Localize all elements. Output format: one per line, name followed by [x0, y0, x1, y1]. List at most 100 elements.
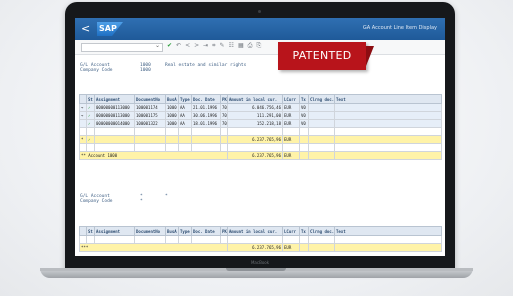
- column-header[interactable]: Tx: [299, 226, 309, 236]
- row-marker: →: [79, 111, 87, 120]
- cell-text: [334, 119, 442, 128]
- column-header[interactable]: Text: [334, 94, 442, 104]
- row-marker: [79, 119, 87, 128]
- column-header[interactable]: Clrng doc.: [308, 94, 335, 104]
- camera-dot: [258, 10, 261, 13]
- column-header[interactable]: PK: [220, 226, 228, 236]
- cell-pk: 70: [220, 103, 228, 112]
- cell-type: AA: [178, 111, 192, 120]
- column-header[interactable]: Tx: [299, 94, 309, 104]
- cell-document-no[interactable]: 100001175: [134, 111, 166, 120]
- column-header[interactable]: Assignment: [94, 226, 135, 236]
- filter-icon[interactable]: ⌗: [212, 42, 215, 50]
- next-icon[interactable]: >: [194, 42, 199, 50]
- cell-busa: 1000: [165, 111, 179, 120]
- column-header[interactable]: DocumentNo: [134, 94, 166, 104]
- laptop-lid: < SAP GA Account Line Item Display ⌄ ✔ ↶…: [65, 2, 455, 272]
- cell-type: AA: [178, 103, 192, 112]
- table-row[interactable]: → ✓ 00000000113000 100001175 1000 AA 30.…: [79, 111, 442, 120]
- column-header[interactable]: DocumentNo: [134, 226, 166, 236]
- cell-doc-date: 21.01.1996: [191, 103, 221, 112]
- cell-doc-date: 30.06.1996: [191, 111, 221, 120]
- column-header[interactable]: BusA: [165, 226, 179, 236]
- cell-text: [334, 111, 442, 120]
- gl-account-desc: Real estate and similar rights: [165, 63, 247, 68]
- account-total-amount: 6.237.765,96: [227, 151, 283, 160]
- cell-lcurr: EUR: [282, 103, 300, 112]
- gl-account-header: G/L Account 1000 Real estate and similar r…: [80, 63, 246, 73]
- column-header[interactable]: Type: [178, 226, 192, 236]
- column-header[interactable]: Amount in local cur.: [227, 94, 283, 104]
- sap-logo[interactable]: SAP: [97, 22, 123, 36]
- print-icon[interactable]: ⎙: [248, 42, 253, 50]
- device-brand-label: MacBook: [250, 260, 270, 265]
- company-code-label-2: Company Code: [80, 199, 113, 204]
- cell-amount: 111.291,00: [227, 111, 283, 120]
- grand-total-label: ***: [79, 243, 228, 252]
- column-header[interactable]: Doc. Date: [191, 226, 221, 236]
- toolbar-icons: ✔ ↶ < > ⇥ ⌗ ✎ ☷ ▦ ⎙ ⎘: [167, 42, 261, 50]
- status-check-icon: ✓: [86, 111, 95, 120]
- cell-document-no[interactable]: 100001174: [134, 103, 166, 112]
- laptop-notch: [226, 268, 286, 271]
- column-header[interactable]: Type: [178, 94, 192, 104]
- line-items-table: St Assignment DocumentNo BusA Type Doc. …: [79, 94, 442, 160]
- column-header[interactable]: BusA: [165, 94, 179, 104]
- laptop-screen: < SAP GA Account Line Item Display ⌄ ✔ ↶…: [75, 18, 445, 256]
- column-header[interactable]: LCurr: [282, 94, 300, 104]
- status-check-icon: ✓: [86, 103, 95, 112]
- subtotal-label: *: [79, 135, 87, 144]
- edit-icon[interactable]: ✎: [220, 42, 225, 50]
- table-row-empty: [79, 127, 442, 136]
- gl-account-desc-2: *: [165, 194, 168, 199]
- copy-icon[interactable]: ⎘: [256, 42, 261, 50]
- row-marker: →: [79, 103, 87, 112]
- table-header-row: St Assignment DocumentNo BusA Type Doc. …: [79, 94, 442, 104]
- column-header[interactable]: LCurr: [282, 226, 300, 236]
- table-row-empty: [79, 235, 442, 244]
- cell-clearing-doc: [308, 111, 335, 120]
- column-header[interactable]: Doc. Date: [191, 94, 221, 104]
- column-header[interactable]: Amount in local cur.: [227, 226, 283, 236]
- back-button[interactable]: <: [81, 23, 90, 34]
- previous-icon[interactable]: <: [185, 42, 190, 50]
- column-header[interactable]: Assignment: [94, 94, 135, 104]
- layout-select[interactable]: ⌄: [81, 42, 163, 52]
- subtotal-amount: 6.237.765,96: [227, 135, 283, 144]
- laptop-base: [40, 268, 473, 278]
- company-code-value: 1000: [140, 68, 151, 73]
- grid-icon[interactable]: ▦: [238, 42, 244, 50]
- app-title: GA Account Line Item Display: [362, 25, 437, 31]
- cell-text: [334, 103, 442, 112]
- cell-amount: 6.046.756,46: [227, 103, 283, 112]
- column-header[interactable]: Clrng doc.: [308, 226, 335, 236]
- column-header[interactable]: St: [86, 226, 95, 236]
- company-code-value-2: *: [140, 199, 143, 204]
- cell-clearing-doc: [308, 119, 335, 128]
- cell-doc-date: 18.01.1996: [191, 119, 221, 128]
- last-icon[interactable]: ⇥: [203, 42, 208, 50]
- company-code-label: Company Code: [80, 68, 113, 73]
- undo-icon[interactable]: ↶: [176, 42, 181, 50]
- column-header-marker: [79, 226, 87, 236]
- cell-amount: 152.218,18: [227, 119, 283, 128]
- subtotal-row[interactable]: * ✓ 6.237.765,96 EUR: [79, 135, 442, 144]
- grand-total-row[interactable]: *** 6.237.765,96 EUR: [79, 243, 442, 252]
- account-total-lcurr: EUR: [282, 151, 300, 160]
- column-header[interactable]: St: [86, 94, 95, 104]
- check-icon[interactable]: ✔: [167, 42, 172, 50]
- subtotal-lcurr: EUR: [282, 135, 300, 144]
- column-header[interactable]: Text: [334, 226, 442, 236]
- account-total-row[interactable]: ** Account 1000 6.237.765,96 EUR: [79, 151, 442, 160]
- cell-tx: V0: [299, 103, 309, 112]
- table-row[interactable]: ✓ 00000000014000 100001322 1000 AA 18.01…: [79, 119, 442, 128]
- column-header[interactable]: PK: [220, 94, 228, 104]
- cell-assignment: 00000000113000: [94, 111, 135, 120]
- grand-total-amount: 6.237.765,96: [227, 243, 283, 252]
- cell-document-no[interactable]: 100001322: [134, 119, 166, 128]
- subtotal-check-icon: ✓: [86, 135, 95, 144]
- table-row[interactable]: → ✓ 00000000113000 100001174 1000 AA 21.…: [79, 103, 442, 112]
- cell-lcurr: EUR: [282, 111, 300, 120]
- chevron-down-icon: ⌄: [154, 42, 160, 49]
- list-icon[interactable]: ☷: [229, 42, 234, 50]
